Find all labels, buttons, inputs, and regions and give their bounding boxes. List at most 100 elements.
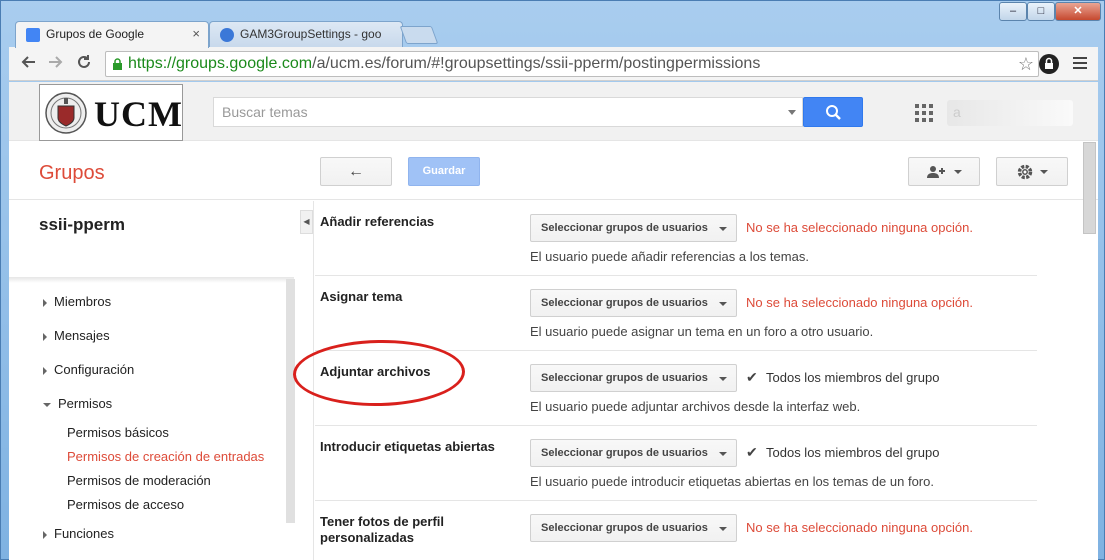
sidebar-item-label: Configuración xyxy=(54,362,135,377)
account-name: a xyxy=(953,104,961,120)
user-groups-select[interactable]: Seleccionar grupos de usuarios xyxy=(530,214,737,242)
close-window-button[interactable]: ✕ xyxy=(1055,2,1101,21)
forward-arrow-icon[interactable] xyxy=(45,53,67,75)
setting-label: Tener fotos de perfil personalizadas xyxy=(320,514,444,545)
url-path: /a/ucm.es/forum/#!groupsettings/ssii-ppe… xyxy=(312,55,761,72)
sidebar-item-miembros[interactable]: Miembros xyxy=(43,294,111,309)
lock-icon xyxy=(113,58,122,70)
settings-button[interactable] xyxy=(996,157,1068,186)
address-bar[interactable]: https://groups.google.com/a/ucm.es/forum… xyxy=(105,51,1039,77)
menu-icon[interactable] xyxy=(1073,56,1087,70)
groups-favicon-icon xyxy=(26,28,40,42)
user-groups-select[interactable]: Seleccionar grupos de usuarios xyxy=(530,364,737,392)
setting-status: No se ha seleccionado ninguna opción. xyxy=(746,220,973,235)
check-icon: ✔ xyxy=(746,444,758,460)
close-tab-icon[interactable]: × xyxy=(192,26,200,41)
setting-label: Introducir etiquetas abiertas xyxy=(320,439,495,454)
collapse-arrow-icon xyxy=(43,402,51,407)
sidebar-item-label: Miembros xyxy=(54,294,112,309)
reload-icon[interactable] xyxy=(73,53,95,75)
page-scrollbar[interactable] xyxy=(1083,142,1096,234)
tab-bar: Grupos de Google × GAM3GroupSettings - g… xyxy=(1,1,1105,48)
gear-icon xyxy=(1017,164,1033,180)
tab-title: Grupos de Google xyxy=(46,27,145,41)
tab-gam3groupsettings[interactable]: GAM3GroupSettings - goo xyxy=(209,21,403,47)
url-scheme: https:// xyxy=(128,55,177,72)
user-groups-select[interactable]: Seleccionar grupos de usuarios xyxy=(530,289,737,317)
setting-status: No se ha seleccionado ninguna opción. xyxy=(746,295,973,310)
sidebar-item-permisos[interactable]: Permisos xyxy=(43,396,112,411)
setting-description: El usuario puede introducir etiquetas ab… xyxy=(530,474,934,489)
save-button[interactable]: Guardar xyxy=(408,157,480,186)
setting-description: El usuario puede asignar un tema en un f… xyxy=(530,324,874,339)
status-text: Todos los miembros del grupo xyxy=(766,445,940,460)
left-navigation: ssii-pperm ◀ Miembros Mensajes Configura… xyxy=(9,201,314,560)
select-label: Seleccionar grupos de usuarios xyxy=(541,222,708,234)
browser-toolbar: https://groups.google.com/a/ucm.es/forum… xyxy=(9,47,1098,81)
new-tab-button[interactable] xyxy=(399,26,439,44)
account-switcher[interactable]: a xyxy=(947,100,1073,126)
chevron-down-icon xyxy=(1040,169,1048,174)
select-label: Seleccionar grupos de usuarios xyxy=(541,372,708,384)
select-label: Seleccionar grupos de usuarios xyxy=(541,522,708,534)
expand-arrow-icon xyxy=(43,332,47,341)
setting-status: ✔ Todos los miembros del grupo xyxy=(746,444,940,460)
maximize-button[interactable]: □ xyxy=(1027,2,1055,21)
sidebar-subitem-permisos-creacion[interactable]: Permisos de creación de entradas xyxy=(67,449,264,464)
manage-members-button[interactable] xyxy=(908,157,980,186)
setting-row: Tener fotos de perfil personalizadas Sel… xyxy=(315,501,1037,560)
nav-scrollbar[interactable] xyxy=(286,279,295,523)
search-placeholder: Buscar temas xyxy=(222,104,308,120)
search-input[interactable]: Buscar temas xyxy=(213,97,803,127)
sidebar-subitem-permisos-moderacion[interactable]: Permisos de moderación xyxy=(67,473,211,488)
expand-arrow-icon xyxy=(43,366,47,375)
search-icon xyxy=(826,105,841,120)
back-arrow-icon[interactable] xyxy=(17,53,39,75)
setting-status: No se ha seleccionado ninguna opción. xyxy=(746,520,973,535)
setting-description: El usuario puede añadir referencias a lo… xyxy=(530,249,809,264)
sidebar-subitem-permisos-acceso[interactable]: Permisos de acceso xyxy=(67,497,184,512)
expand-arrow-icon xyxy=(43,530,47,539)
search-options-chevron-icon[interactable] xyxy=(788,110,796,115)
sidebar-item-mensajes[interactable]: Mensajes xyxy=(43,328,110,343)
app-title[interactable]: Grupos xyxy=(39,162,105,185)
minimize-button[interactable]: – xyxy=(999,2,1027,21)
collapse-sidebar-button[interactable]: ◀ xyxy=(300,210,313,234)
setting-row: Introducir etiquetas abiertas Selecciona… xyxy=(315,426,1037,501)
select-label: Seleccionar grupos de usuarios xyxy=(541,447,708,459)
sidebar-subitem-permisos-basicos[interactable]: Permisos básicos xyxy=(67,425,169,440)
university-seal-icon xyxy=(45,92,87,134)
select-label: Seleccionar grupos de usuarios xyxy=(541,297,708,309)
sidebar-item-configuracion[interactable]: Configuración xyxy=(43,362,134,377)
google-bar: UCM Buscar temas a xyxy=(9,82,1098,141)
groups-app-bar: Grupos ← Guardar xyxy=(9,142,1098,200)
page-content: UCM Buscar temas a Grupos ← Guardar ssii… xyxy=(9,82,1098,560)
logo-text: UCM xyxy=(94,94,183,134)
add-person-icon xyxy=(927,165,945,178)
tab-grupos-de-google[interactable]: Grupos de Google × xyxy=(15,21,209,48)
sidebar-item-funciones[interactable]: Funciones xyxy=(43,526,114,541)
nav-divider xyxy=(9,277,294,283)
group-name: ssii-pperm xyxy=(39,215,125,234)
search-button[interactable] xyxy=(803,97,863,127)
setting-row: Asignar tema Seleccionar grupos de usuar… xyxy=(315,276,1037,351)
chevron-down-icon xyxy=(954,169,962,174)
bookmark-star-icon[interactable]: ☆ xyxy=(1018,52,1034,76)
setting-status: ✔ Todos los miembros del grupo xyxy=(746,369,939,385)
user-groups-select[interactable]: Seleccionar grupos de usuarios xyxy=(530,514,737,542)
chevron-down-icon xyxy=(719,452,727,456)
sidebar-item-label: Mensajes xyxy=(54,328,110,343)
expand-arrow-icon xyxy=(43,298,47,307)
ucm-logo[interactable]: UCM xyxy=(39,84,183,141)
back-arrow-icon: ← xyxy=(348,163,364,180)
check-icon: ✔ xyxy=(746,369,758,385)
url-host: groups.google.com xyxy=(176,55,313,72)
apps-grid-icon[interactable] xyxy=(915,104,933,122)
extension-lock-icon[interactable] xyxy=(1039,54,1059,74)
setting-label: Asignar tema xyxy=(320,289,403,304)
chevron-down-icon xyxy=(719,527,727,531)
back-button[interactable]: ← xyxy=(320,157,392,186)
setting-description: El usuario puede adjuntar archivos desde… xyxy=(530,399,861,414)
user-groups-select[interactable]: Seleccionar grupos de usuarios xyxy=(530,439,737,467)
sidebar-item-label: Permisos xyxy=(58,396,113,411)
